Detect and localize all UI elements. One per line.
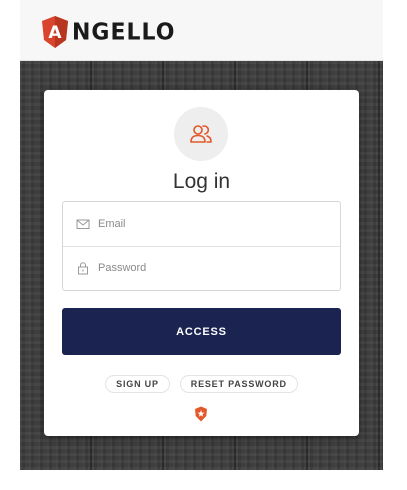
email-input[interactable]	[98, 218, 328, 230]
envelope-icon	[76, 219, 90, 229]
auth-links: SIGN UP RESET PASSWORD	[44, 375, 359, 393]
angello-logo[interactable]: A NGELLO	[40, 14, 175, 50]
login-title: Log in	[172, 170, 231, 193]
app-frame: A NGELLO Log in Email ACCESS SIGN UP RES…	[20, 0, 383, 470]
email-field-row	[63, 202, 340, 247]
users-icon	[190, 125, 212, 143]
logo-text: NGELLO	[72, 18, 176, 46]
logo-letter: A	[48, 23, 62, 43]
app-header: A NGELLO	[20, 0, 383, 61]
credentials-group	[62, 201, 341, 291]
avatar	[174, 107, 228, 161]
lock-icon	[78, 262, 88, 275]
auth0-badge-icon[interactable]	[194, 406, 208, 422]
reset-password-button[interactable]: RESET PASSWORD	[179, 375, 298, 393]
login-card: Log in ACCESS SIGN UP RESET P	[44, 90, 359, 436]
access-button[interactable]: ACCESS	[62, 308, 341, 355]
sign-up-button[interactable]: SIGN UP	[105, 375, 170, 393]
angular-shield-icon: A	[42, 16, 68, 48]
password-field-row	[63, 246, 340, 290]
password-input[interactable]	[98, 262, 328, 274]
